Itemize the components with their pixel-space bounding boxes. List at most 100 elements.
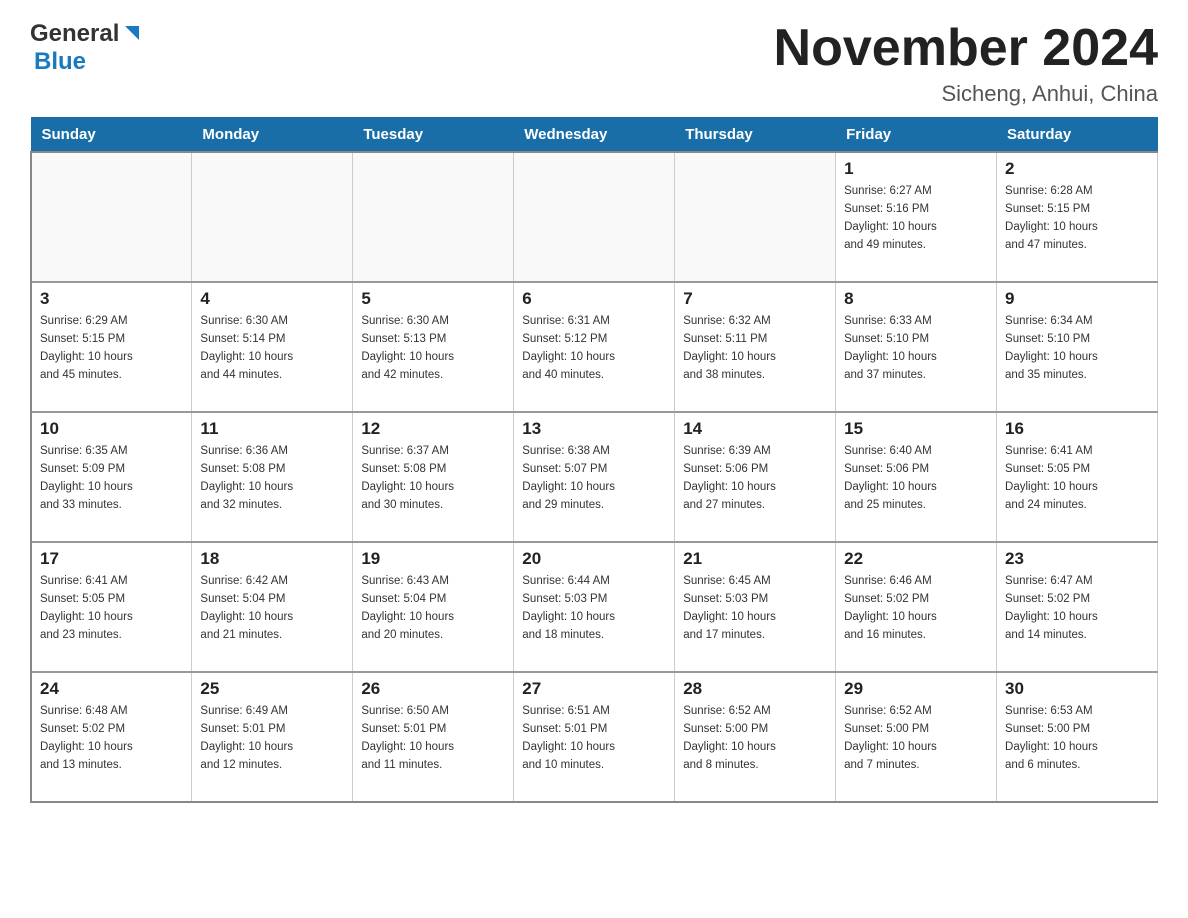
day-number: 17 bbox=[40, 549, 183, 569]
weekday-header-friday: Friday bbox=[836, 118, 997, 153]
day-number: 2 bbox=[1005, 159, 1149, 179]
day-info: Sunrise: 6:50 AM Sunset: 5:01 PM Dayligh… bbox=[361, 703, 505, 774]
weekday-header-sunday: Sunday bbox=[31, 118, 192, 153]
calendar-cell bbox=[675, 152, 836, 282]
day-number: 27 bbox=[522, 679, 666, 699]
day-number: 8 bbox=[844, 289, 988, 309]
calendar-cell: 14 Sunrise: 6:39 AM Sunset: 5:06 PM Dayli… bbox=[675, 412, 836, 542]
calendar-week-2: 3 Sunrise: 6:29 AM Sunset: 5:15 PM Daylig… bbox=[31, 282, 1158, 412]
calendar-cell: 4Sunrise: 6:30 AM Sunset: 5:14 PM Daylig… bbox=[192, 282, 353, 412]
calendar-cell: 13 Sunrise: 6:38 AM Sunset: 5:07 PM Dayli… bbox=[514, 412, 675, 542]
day-info: Sunrise: 6:52 AM Sunset: 5:00 PM Dayligh… bbox=[844, 703, 988, 774]
calendar-cell: 12 Sunrise: 6:37 AM Sunset: 5:08 PM Dayli… bbox=[353, 412, 514, 542]
day-info: Sunrise: 6:38 AM Sunset: 5:07 PM Dayligh… bbox=[522, 443, 666, 514]
day-number: 25 bbox=[200, 679, 344, 699]
weekday-header-saturday: Saturday bbox=[997, 118, 1158, 153]
day-info: Sunrise: 6:44 AM Sunset: 5:03 PM Dayligh… bbox=[522, 573, 666, 644]
day-number: 22 bbox=[844, 549, 988, 569]
day-info: Sunrise: 6:28 AM Sunset: 5:15 PM Dayligh… bbox=[1005, 183, 1149, 254]
calendar-cell: 16 Sunrise: 6:41 AM Sunset: 5:05 PM Dayli… bbox=[997, 412, 1158, 542]
day-number: 23 bbox=[1005, 549, 1149, 569]
calendar-subtitle: Sicheng, Anhui, China bbox=[774, 81, 1158, 107]
day-number: 11 bbox=[200, 419, 344, 439]
day-number: 10 bbox=[40, 419, 183, 439]
calendar-cell: 22 Sunrise: 6:46 AM Sunset: 5:02 PM Dayli… bbox=[836, 542, 997, 672]
page-header: General Blue November 2024 Sicheng, Anhu… bbox=[30, 20, 1158, 107]
day-number: 15 bbox=[844, 419, 988, 439]
weekday-header-row: SundayMondayTuesdayWednesdayThursdayFrid… bbox=[31, 118, 1158, 153]
day-number: 14 bbox=[683, 419, 827, 439]
day-info: Sunrise: 6:45 AM Sunset: 5:03 PM Dayligh… bbox=[683, 573, 827, 644]
calendar-cell: 2 Sunrise: 6:28 AM Sunset: 5:15 PM Daylig… bbox=[997, 152, 1158, 282]
day-info: Sunrise: 6:30 AM Sunset: 5:13 PM Dayligh… bbox=[361, 313, 505, 384]
day-info: Sunrise: 6:41 AM Sunset: 5:05 PM Dayligh… bbox=[1005, 443, 1149, 514]
calendar-week-1: 1 Sunrise: 6:27 AM Sunset: 5:16 PM Daylig… bbox=[31, 152, 1158, 282]
day-info: Sunrise: 6:42 AM Sunset: 5:04 PM Dayligh… bbox=[200, 573, 344, 644]
weekday-header-monday: Monday bbox=[192, 118, 353, 153]
day-info: Sunrise: 6:40 AM Sunset: 5:06 PM Dayligh… bbox=[844, 443, 988, 514]
calendar-cell bbox=[514, 152, 675, 282]
day-info: Sunrise: 6:49 AM Sunset: 5:01 PM Dayligh… bbox=[200, 703, 344, 774]
calendar-cell: 21Sunrise: 6:45 AM Sunset: 5:03 PM Dayli… bbox=[675, 542, 836, 672]
calendar-cell: 3 Sunrise: 6:29 AM Sunset: 5:15 PM Daylig… bbox=[31, 282, 192, 412]
calendar-cell: 30 Sunrise: 6:53 AM Sunset: 5:00 PM Dayli… bbox=[997, 672, 1158, 802]
day-number: 6 bbox=[522, 289, 666, 309]
logo-name: General bbox=[30, 20, 143, 48]
weekday-header-thursday: Thursday bbox=[675, 118, 836, 153]
calendar-title: November 2024 bbox=[774, 20, 1158, 77]
weekday-header-wednesday: Wednesday bbox=[514, 118, 675, 153]
day-info: Sunrise: 6:33 AM Sunset: 5:10 PM Dayligh… bbox=[844, 313, 988, 384]
day-number: 18 bbox=[200, 549, 344, 569]
calendar-cell: 18 Sunrise: 6:42 AM Sunset: 5:04 PM Dayli… bbox=[192, 542, 353, 672]
day-number: 16 bbox=[1005, 419, 1149, 439]
day-info: Sunrise: 6:53 AM Sunset: 5:00 PM Dayligh… bbox=[1005, 703, 1149, 774]
calendar-cell: 11 Sunrise: 6:36 AM Sunset: 5:08 PM Dayli… bbox=[192, 412, 353, 542]
day-info: Sunrise: 6:29 AM Sunset: 5:15 PM Dayligh… bbox=[40, 313, 183, 384]
calendar-table: SundayMondayTuesdayWednesdayThursdayFrid… bbox=[30, 117, 1158, 803]
day-info: Sunrise: 6:35 AM Sunset: 5:09 PM Dayligh… bbox=[40, 443, 183, 514]
calendar-week-5: 24 Sunrise: 6:48 AM Sunset: 5:02 PM Dayli… bbox=[31, 672, 1158, 802]
calendar-cell: 6 Sunrise: 6:31 AM Sunset: 5:12 PM Daylig… bbox=[514, 282, 675, 412]
day-number: 3 bbox=[40, 289, 183, 309]
day-number: 30 bbox=[1005, 679, 1149, 699]
day-info: Sunrise: 6:27 AM Sunset: 5:16 PM Dayligh… bbox=[844, 183, 988, 254]
day-number: 28 bbox=[683, 679, 827, 699]
calendar-cell: 10 Sunrise: 6:35 AM Sunset: 5:09 PM Dayli… bbox=[31, 412, 192, 542]
day-number: 26 bbox=[361, 679, 505, 699]
day-number: 24 bbox=[40, 679, 183, 699]
calendar-cell: 1 Sunrise: 6:27 AM Sunset: 5:16 PM Daylig… bbox=[836, 152, 997, 282]
logo-blue: Blue bbox=[34, 48, 86, 76]
day-number: 19 bbox=[361, 549, 505, 569]
calendar-cell: 27Sunrise: 6:51 AM Sunset: 5:01 PM Dayli… bbox=[514, 672, 675, 802]
day-info: Sunrise: 6:46 AM Sunset: 5:02 PM Dayligh… bbox=[844, 573, 988, 644]
calendar-cell: 17 Sunrise: 6:41 AM Sunset: 5:05 PM Dayli… bbox=[31, 542, 192, 672]
calendar-cell: 24 Sunrise: 6:48 AM Sunset: 5:02 PM Dayli… bbox=[31, 672, 192, 802]
calendar-cell: 7Sunrise: 6:32 AM Sunset: 5:11 PM Daylig… bbox=[675, 282, 836, 412]
calendar-cell: 20 Sunrise: 6:44 AM Sunset: 5:03 PM Dayli… bbox=[514, 542, 675, 672]
calendar-cell: 9Sunrise: 6:34 AM Sunset: 5:10 PM Daylig… bbox=[997, 282, 1158, 412]
day-number: 13 bbox=[522, 419, 666, 439]
calendar-cell: 25 Sunrise: 6:49 AM Sunset: 5:01 PM Dayli… bbox=[192, 672, 353, 802]
day-number: 12 bbox=[361, 419, 505, 439]
day-info: Sunrise: 6:48 AM Sunset: 5:02 PM Dayligh… bbox=[40, 703, 183, 774]
day-info: Sunrise: 6:31 AM Sunset: 5:12 PM Dayligh… bbox=[522, 313, 666, 384]
calendar-cell bbox=[192, 152, 353, 282]
day-info: Sunrise: 6:30 AM Sunset: 5:14 PM Dayligh… bbox=[200, 313, 344, 384]
calendar-cell: 19Sunrise: 6:43 AM Sunset: 5:04 PM Dayli… bbox=[353, 542, 514, 672]
title-area: November 2024 Sicheng, Anhui, China bbox=[774, 20, 1158, 107]
calendar-cell bbox=[353, 152, 514, 282]
day-info: Sunrise: 6:39 AM Sunset: 5:06 PM Dayligh… bbox=[683, 443, 827, 514]
day-info: Sunrise: 6:36 AM Sunset: 5:08 PM Dayligh… bbox=[200, 443, 344, 514]
calendar-week-3: 10 Sunrise: 6:35 AM Sunset: 5:09 PM Dayli… bbox=[31, 412, 1158, 542]
calendar-cell: 8 Sunrise: 6:33 AM Sunset: 5:10 PM Daylig… bbox=[836, 282, 997, 412]
day-info: Sunrise: 6:37 AM Sunset: 5:08 PM Dayligh… bbox=[361, 443, 505, 514]
day-info: Sunrise: 6:34 AM Sunset: 5:10 PM Dayligh… bbox=[1005, 313, 1149, 384]
day-info: Sunrise: 6:52 AM Sunset: 5:00 PM Dayligh… bbox=[683, 703, 827, 774]
calendar-cell: 26 Sunrise: 6:50 AM Sunset: 5:01 PM Dayli… bbox=[353, 672, 514, 802]
day-number: 20 bbox=[522, 549, 666, 569]
calendar-cell: 5Sunrise: 6:30 AM Sunset: 5:13 PM Daylig… bbox=[353, 282, 514, 412]
day-info: Sunrise: 6:47 AM Sunset: 5:02 PM Dayligh… bbox=[1005, 573, 1149, 644]
day-info: Sunrise: 6:41 AM Sunset: 5:05 PM Dayligh… bbox=[40, 573, 183, 644]
calendar-cell: 23 Sunrise: 6:47 AM Sunset: 5:02 PM Dayli… bbox=[997, 542, 1158, 672]
day-number: 1 bbox=[844, 159, 988, 179]
